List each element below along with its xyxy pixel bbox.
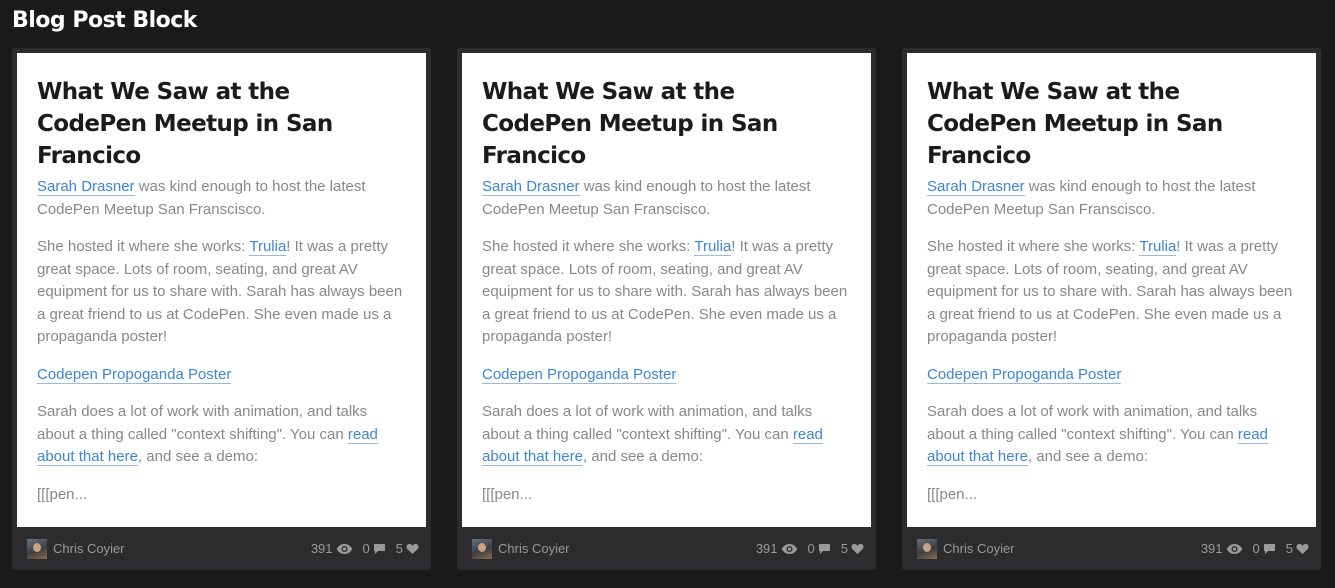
card-footer: Chris Coyier 391 0 5 (902, 527, 1321, 570)
eye-icon (781, 543, 797, 554)
paragraph-text: She hosted it where she works: (927, 238, 1140, 255)
truncated-text: [[[pen... (927, 485, 978, 503)
author-name[interactable]: Chris Coyier (53, 541, 125, 556)
poster-link[interactable]: Codepen Propoganda Poster (927, 365, 1122, 384)
blog-post-card: What We Saw at the CodePen Meetup in San… (457, 48, 876, 570)
author-name[interactable]: Chris Coyier (498, 541, 570, 556)
author-info[interactable]: Chris Coyier (472, 538, 570, 559)
post-stats: 391 0 5 (756, 541, 864, 556)
views-count: 391 (1200, 541, 1223, 556)
likes-stat[interactable]: 5 (841, 541, 864, 556)
poster-link[interactable]: Codepen Propoganda Poster (37, 365, 232, 384)
author-name[interactable]: Chris Coyier (943, 541, 1015, 556)
company-link[interactable]: Trulia (694, 238, 732, 256)
heart-icon (1296, 543, 1309, 554)
paragraph-text: , and see a demo: (582, 448, 704, 465)
author-link[interactable]: Sarah Drasner (37, 178, 135, 196)
comments-stat[interactable]: 0 (1253, 541, 1276, 556)
comment-icon (818, 543, 830, 554)
post-paragraph: Sarah Drasner was kind enough to host th… (927, 176, 1296, 221)
company-link[interactable]: Trulia (1139, 238, 1177, 256)
comments-count: 0 (807, 541, 815, 556)
post-paragraph: She hosted it where she works: Trulia! I… (482, 236, 851, 349)
post-paragraph: Sarah does a lot of work with animation,… (37, 401, 406, 469)
views-stat: 391 (756, 541, 798, 556)
post-title[interactable]: What We Saw at the CodePen Meetup in San… (482, 76, 851, 172)
card-footer: Chris Coyier 391 0 5 (457, 527, 876, 570)
paragraph-text: She hosted it where she works: (482, 238, 695, 255)
card-body: What We Saw at the CodePen Meetup in San… (907, 53, 1316, 527)
post-paragraph: Sarah does a lot of work with animation,… (927, 401, 1296, 469)
paragraph-text: , and see a demo: (1027, 448, 1149, 465)
comments-stat[interactable]: 0 (808, 541, 831, 556)
post-paragraph: She hosted it where she works: Trulia! I… (927, 236, 1296, 349)
paragraph-text: Sarah does a lot of work with animation,… (927, 403, 1258, 443)
post-paragraph: Codepen Propoganda Poster (482, 364, 851, 387)
post-paragraph: Codepen Propoganda Poster (927, 364, 1296, 387)
avatar[interactable] (917, 538, 937, 559)
comments-stat[interactable]: 0 (363, 541, 386, 556)
page-title: Blog Post Block (12, 8, 197, 33)
post-paragraph: She hosted it where she works: Trulia! I… (37, 236, 406, 349)
post-paragraph: Sarah does a lot of work with animation,… (482, 401, 851, 469)
truncated-text: [[[pen... (37, 485, 88, 503)
likes-stat[interactable]: 5 (396, 541, 419, 556)
blog-post-card: What We Saw at the CodePen Meetup in San… (12, 48, 431, 570)
post-paragraph: Sarah Drasner was kind enough to host th… (37, 176, 406, 221)
post-stats: 391 0 5 (1201, 541, 1309, 556)
heart-icon (406, 543, 419, 554)
post-title[interactable]: What We Saw at the CodePen Meetup in San… (37, 76, 406, 172)
paragraph-text: She hosted it where she works: (37, 238, 250, 255)
likes-count: 5 (1285, 541, 1293, 556)
views-count: 391 (755, 541, 778, 556)
post-paragraph: Sarah Drasner was kind enough to host th… (482, 176, 851, 221)
card-list: What We Saw at the CodePen Meetup in San… (12, 48, 1323, 570)
comments-count: 0 (362, 541, 370, 556)
comments-count: 0 (1252, 541, 1260, 556)
views-stat: 391 (311, 541, 353, 556)
eye-icon (336, 543, 352, 554)
card-footer: Chris Coyier 391 0 5 (12, 527, 431, 570)
company-link[interactable]: Trulia (249, 238, 287, 256)
post-paragraph: Codepen Propoganda Poster (37, 364, 406, 387)
likes-count: 5 (840, 541, 848, 556)
views-stat: 391 (1201, 541, 1243, 556)
likes-stat[interactable]: 5 (1286, 541, 1309, 556)
paragraph-text: , and see a demo: (137, 448, 259, 465)
comment-icon (373, 543, 385, 554)
card-body: What We Saw at the CodePen Meetup in San… (17, 53, 426, 527)
avatar[interactable] (472, 538, 492, 559)
author-link[interactable]: Sarah Drasner (482, 178, 580, 196)
views-count: 391 (310, 541, 333, 556)
author-link[interactable]: Sarah Drasner (927, 178, 1025, 196)
poster-link[interactable]: Codepen Propoganda Poster (482, 365, 677, 384)
paragraph-text: Sarah does a lot of work with animation,… (482, 403, 813, 443)
post-title[interactable]: What We Saw at the CodePen Meetup in San… (927, 76, 1296, 172)
likes-count: 5 (395, 541, 403, 556)
truncated-text: [[[pen... (482, 485, 533, 503)
blog-post-card: What We Saw at the CodePen Meetup in San… (902, 48, 1321, 570)
post-stats: 391 0 5 (311, 541, 419, 556)
heart-icon (851, 543, 864, 554)
avatar[interactable] (27, 538, 47, 559)
eye-icon (1226, 543, 1242, 554)
paragraph-text: Sarah does a lot of work with animation,… (37, 403, 368, 443)
comment-icon (1263, 543, 1275, 554)
author-info[interactable]: Chris Coyier (27, 538, 125, 559)
author-info[interactable]: Chris Coyier (917, 538, 1015, 559)
card-body: What We Saw at the CodePen Meetup in San… (462, 53, 871, 527)
